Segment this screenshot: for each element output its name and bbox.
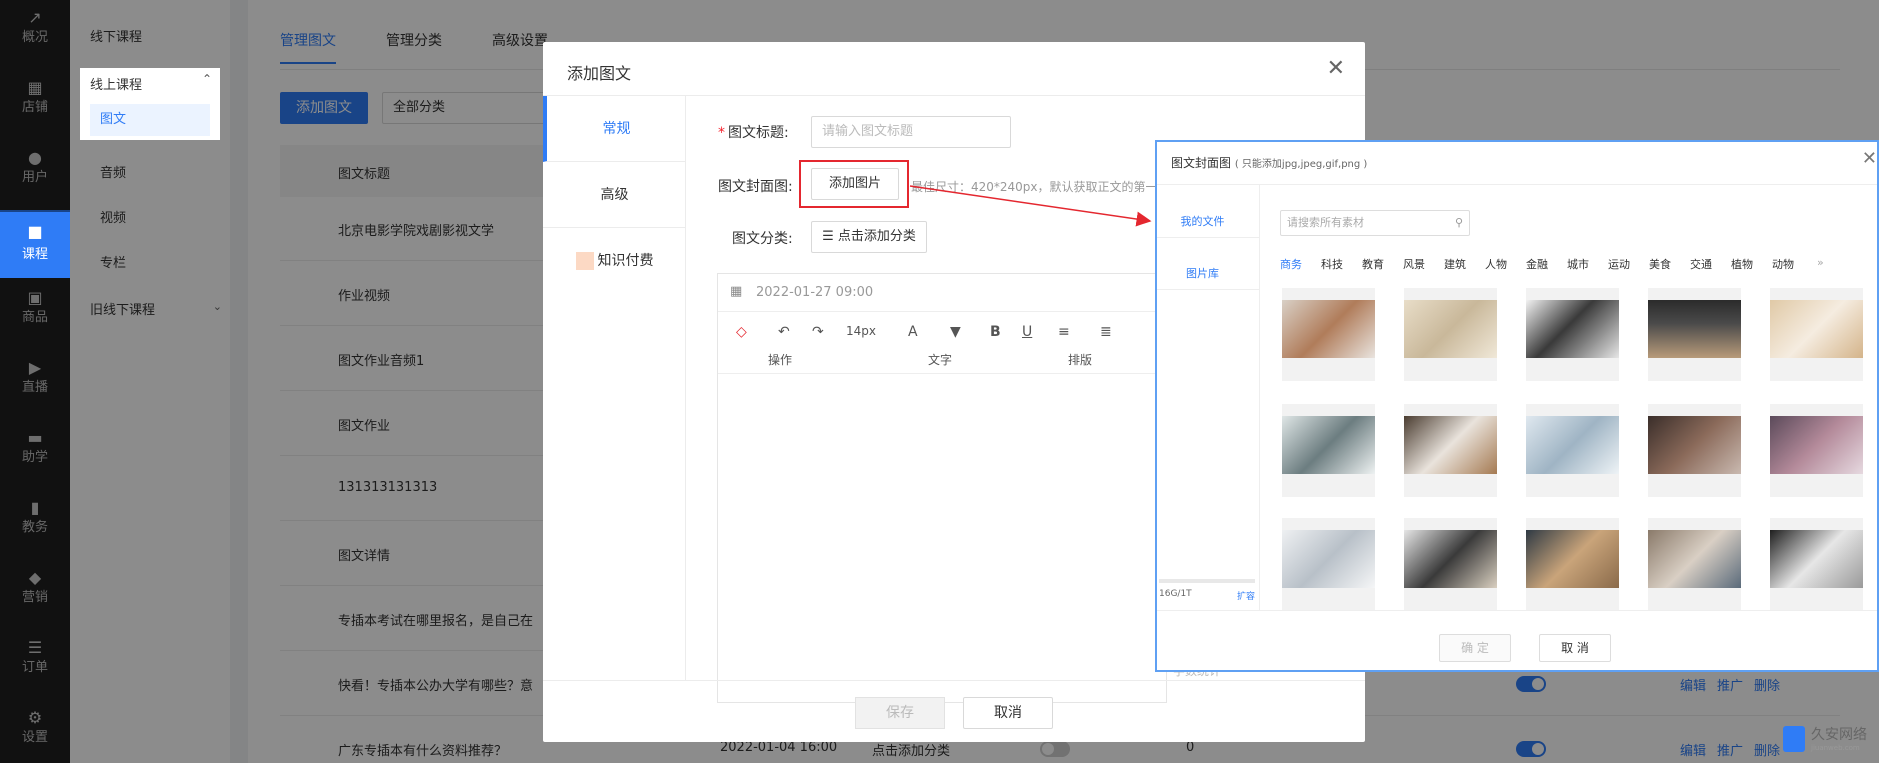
tab-advanced[interactable]: 高级: [543, 162, 686, 228]
expand-link[interactable]: 扩容: [1237, 589, 1255, 602]
image-picker-dialog: 图文封面图 ( 只能添加jpg,jpeg,gif,png ) ✕ 我的文件 图片…: [1155, 140, 1879, 672]
storage-text: 16G/1T: [1159, 589, 1192, 599]
image-thumbnail[interactable]: [1770, 404, 1863, 497]
group-operations[interactable]: 操作: [768, 351, 792, 368]
undo-icon[interactable]: ↶: [778, 324, 790, 340]
image-thumbnail[interactable]: [1526, 288, 1619, 381]
image-thumbnail[interactable]: [1282, 404, 1375, 497]
watermark-logo: 久安网络 jiuanweb.com: [1775, 722, 1871, 758]
field-title-label: * 图文标题:: [718, 125, 789, 141]
font-size-select[interactable]: 14px: [846, 324, 876, 338]
knowledge-pay-icon: [575, 252, 594, 270]
field-cover-label: 图文封面图:: [718, 179, 793, 195]
category-tech[interactable]: 科技: [1321, 256, 1343, 272]
picker-sidebar: 我的文件 图片库 16G/1T 扩容: [1157, 185, 1260, 610]
image-thumbnail[interactable]: [1648, 518, 1741, 611]
cover-hint: 最佳尺寸：420*240px，默认获取正文的第一张: [911, 180, 1170, 194]
add-image-button[interactable]: 添加图片: [811, 168, 899, 200]
dialog-side-tabs: 常规 高级 知识付费: [543, 96, 686, 680]
rich-text-editor[interactable]: ▦ 2022-01-27 09:00 ◇ ↶ ↷ 14px A ▼ B U ≡ …: [717, 273, 1167, 703]
confirm-button[interactable]: 确 定: [1439, 634, 1511, 662]
tab-general[interactable]: 常规: [543, 96, 686, 162]
image-thumbnail[interactable]: [1282, 518, 1375, 611]
redo-icon[interactable]: ↷: [812, 324, 824, 340]
category-transport[interactable]: 交通: [1690, 256, 1712, 272]
category-animals[interactable]: 动物: [1772, 256, 1794, 272]
chevron-up-icon: ⌃: [201, 72, 212, 86]
subnav-item-graphic-active[interactable]: 图文: [90, 104, 210, 136]
image-thumbnail[interactable]: [1404, 404, 1497, 497]
add-category-button[interactable]: ☰ 点击添加分类: [811, 221, 927, 253]
category-plants[interactable]: 植物: [1731, 256, 1753, 272]
list-icon: ☰: [822, 229, 834, 244]
category-education[interactable]: 教育: [1362, 256, 1384, 272]
category-sports[interactable]: 运动: [1608, 256, 1630, 272]
image-thumbnail[interactable]: [1404, 518, 1497, 611]
date-bar: ▦ 2022-01-27 09:00: [718, 274, 1166, 312]
dialog-title: 添加图文: [567, 64, 632, 83]
align-icon[interactable]: ≡: [1058, 324, 1070, 340]
calendar-icon: ▦: [730, 284, 743, 299]
category-architecture[interactable]: 建筑: [1444, 256, 1466, 272]
close-icon[interactable]: ✕: [1862, 148, 1877, 169]
image-thumbnail[interactable]: [1404, 288, 1497, 381]
subnav-online-group: 线上课程 ⌃ 图文: [80, 68, 220, 140]
underline-icon[interactable]: U: [1022, 324, 1032, 340]
editor-toolbar: ◇ ↶ ↷ 14px A ▼ B U ≡ ≣ 操作 文字 排版: [718, 312, 1166, 374]
picker-cancel-button[interactable]: 取 消: [1539, 634, 1611, 662]
indent-icon[interactable]: ≣: [1100, 324, 1112, 340]
picker-title: 图文封面图 ( 只能添加jpg,jpeg,gif,png ): [1171, 156, 1368, 170]
cancel-button[interactable]: 取消: [963, 697, 1053, 729]
search-icon: ⚲: [1454, 216, 1463, 229]
tab-image-library[interactable]: 图片库: [1151, 265, 1254, 281]
group-layout[interactable]: 排版: [1068, 351, 1092, 368]
highlight-color-icon[interactable]: ▼: [950, 324, 961, 340]
publish-date[interactable]: 2022-01-27 09:00: [756, 285, 873, 300]
material-search-input[interactable]: 请搜索所有素材 ⚲: [1280, 210, 1470, 236]
image-thumbnail[interactable]: [1770, 288, 1863, 381]
image-thumbnail[interactable]: [1648, 404, 1741, 497]
font-color-icon[interactable]: A: [908, 324, 918, 340]
save-button[interactable]: 保存: [855, 697, 945, 729]
image-thumbnail[interactable]: [1648, 288, 1741, 381]
course-icon: ■: [27, 222, 43, 241]
image-thumbnail[interactable]: [1526, 518, 1619, 611]
image-thumbnail[interactable]: [1770, 518, 1863, 611]
dialog-footer: 保存 取消: [543, 680, 1365, 742]
close-icon[interactable]: ✕: [1327, 56, 1345, 81]
category-business[interactable]: 商务: [1280, 256, 1302, 272]
eraser-icon[interactable]: ◇: [736, 324, 747, 340]
category-scenery[interactable]: 风景: [1403, 256, 1425, 272]
category-finance[interactable]: 金融: [1526, 256, 1548, 272]
group-text[interactable]: 文字: [928, 351, 952, 368]
tab-knowledge-pay[interactable]: 知识付费: [543, 228, 686, 294]
title-input[interactable]: 请输入图文标题: [811, 116, 1011, 148]
category-food[interactable]: 美食: [1649, 256, 1671, 272]
category-people[interactable]: 人物: [1485, 256, 1507, 272]
bold-icon[interactable]: B: [990, 324, 1001, 340]
image-thumbnail[interactable]: [1282, 288, 1375, 381]
storage-bar: [1159, 579, 1255, 583]
more-categories-icon[interactable]: »: [1817, 256, 1824, 269]
nav-item-course-active[interactable]: ■ 课程: [0, 212, 70, 278]
image-thumbnail[interactable]: [1526, 404, 1619, 497]
category-city[interactable]: 城市: [1567, 256, 1589, 272]
field-category-label: 图文分类:: [732, 231, 793, 247]
subnav-online-course-label[interactable]: 线上课程: [90, 74, 142, 93]
watermark-icon: [1783, 726, 1805, 752]
tab-my-files[interactable]: 我的文件: [1151, 213, 1254, 229]
